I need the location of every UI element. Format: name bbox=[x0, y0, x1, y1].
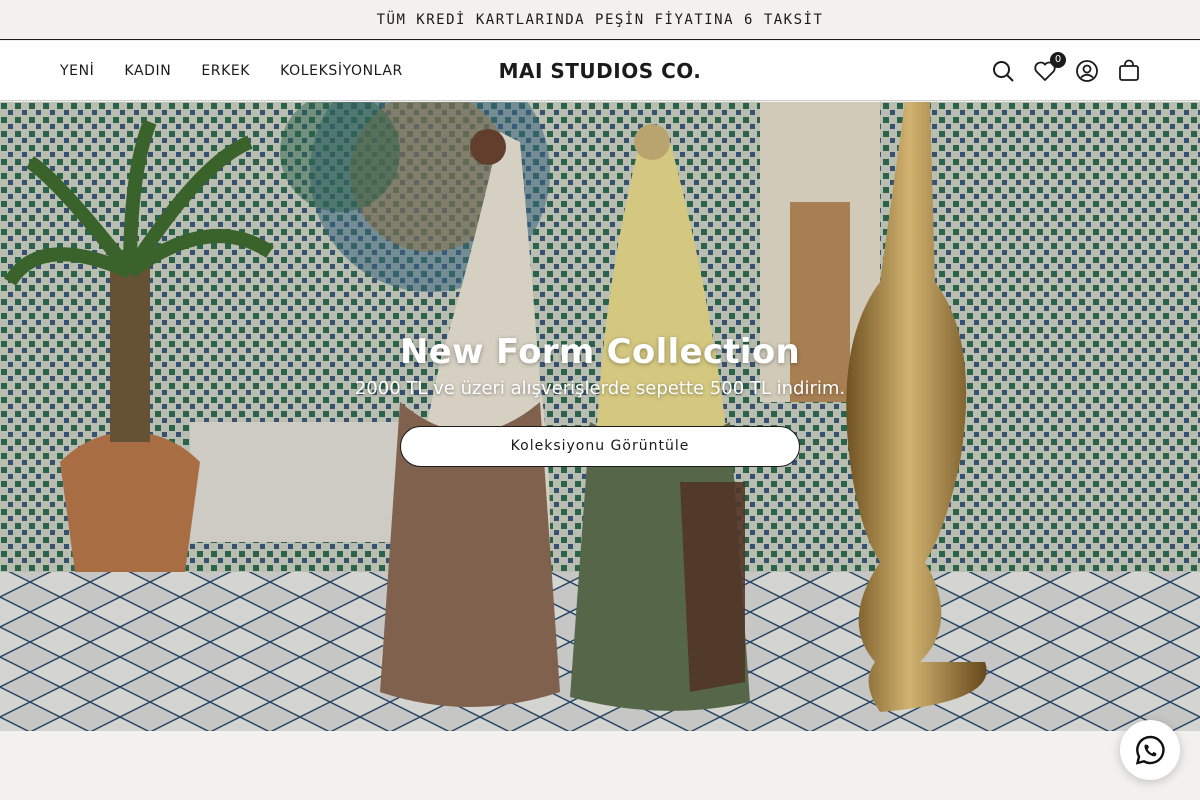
hero-banner: New Form Collection 2000 TL ve üzeri alı… bbox=[0, 102, 1200, 731]
account-icon[interactable] bbox=[1074, 58, 1100, 84]
nav-item-koleksiyonlar[interactable]: KOLEKSİYONLAR bbox=[280, 63, 403, 79]
bag-icon[interactable] bbox=[1116, 58, 1142, 84]
nav-item-kadin[interactable]: KADIN bbox=[124, 63, 171, 79]
nav-item-erkek[interactable]: ERKEK bbox=[201, 63, 250, 79]
announcement-bar: TÜM KREDİ KARTLARINDA PEŞİN FİYATINA 6 T… bbox=[0, 0, 1200, 40]
hero-text: New Form Collection 2000 TL ve üzeri alı… bbox=[0, 332, 1200, 399]
header-icons: 0 bbox=[974, 41, 1142, 101]
hero-subtitle: 2000 TL ve üzeri alışverişlerde sepette … bbox=[354, 378, 846, 399]
announcement-text: TÜM KREDİ KARTLARINDA PEŞİN FİYATINA 6 T… bbox=[376, 11, 824, 28]
nav-item-yeni[interactable]: YENİ bbox=[60, 63, 94, 79]
whatsapp-icon bbox=[1135, 735, 1165, 765]
wishlist-count-badge: 0 bbox=[1050, 52, 1066, 68]
main-nav: YENİ KADIN ERKEK KOLEKSİYONLAR bbox=[60, 41, 433, 101]
search-icon[interactable] bbox=[990, 58, 1016, 84]
view-collection-button[interactable]: Koleksiyonu Görüntüle bbox=[400, 426, 800, 467]
whatsapp-button[interactable] bbox=[1120, 720, 1180, 780]
hero-image bbox=[0, 102, 1200, 731]
hero-title: New Form Collection bbox=[399, 332, 800, 372]
content-section bbox=[0, 731, 1200, 800]
site-header: YENİ KADIN ERKEK KOLEKSİYONLAR MAI STUDI… bbox=[0, 41, 1200, 101]
heart-icon[interactable]: 0 bbox=[1032, 52, 1066, 84]
